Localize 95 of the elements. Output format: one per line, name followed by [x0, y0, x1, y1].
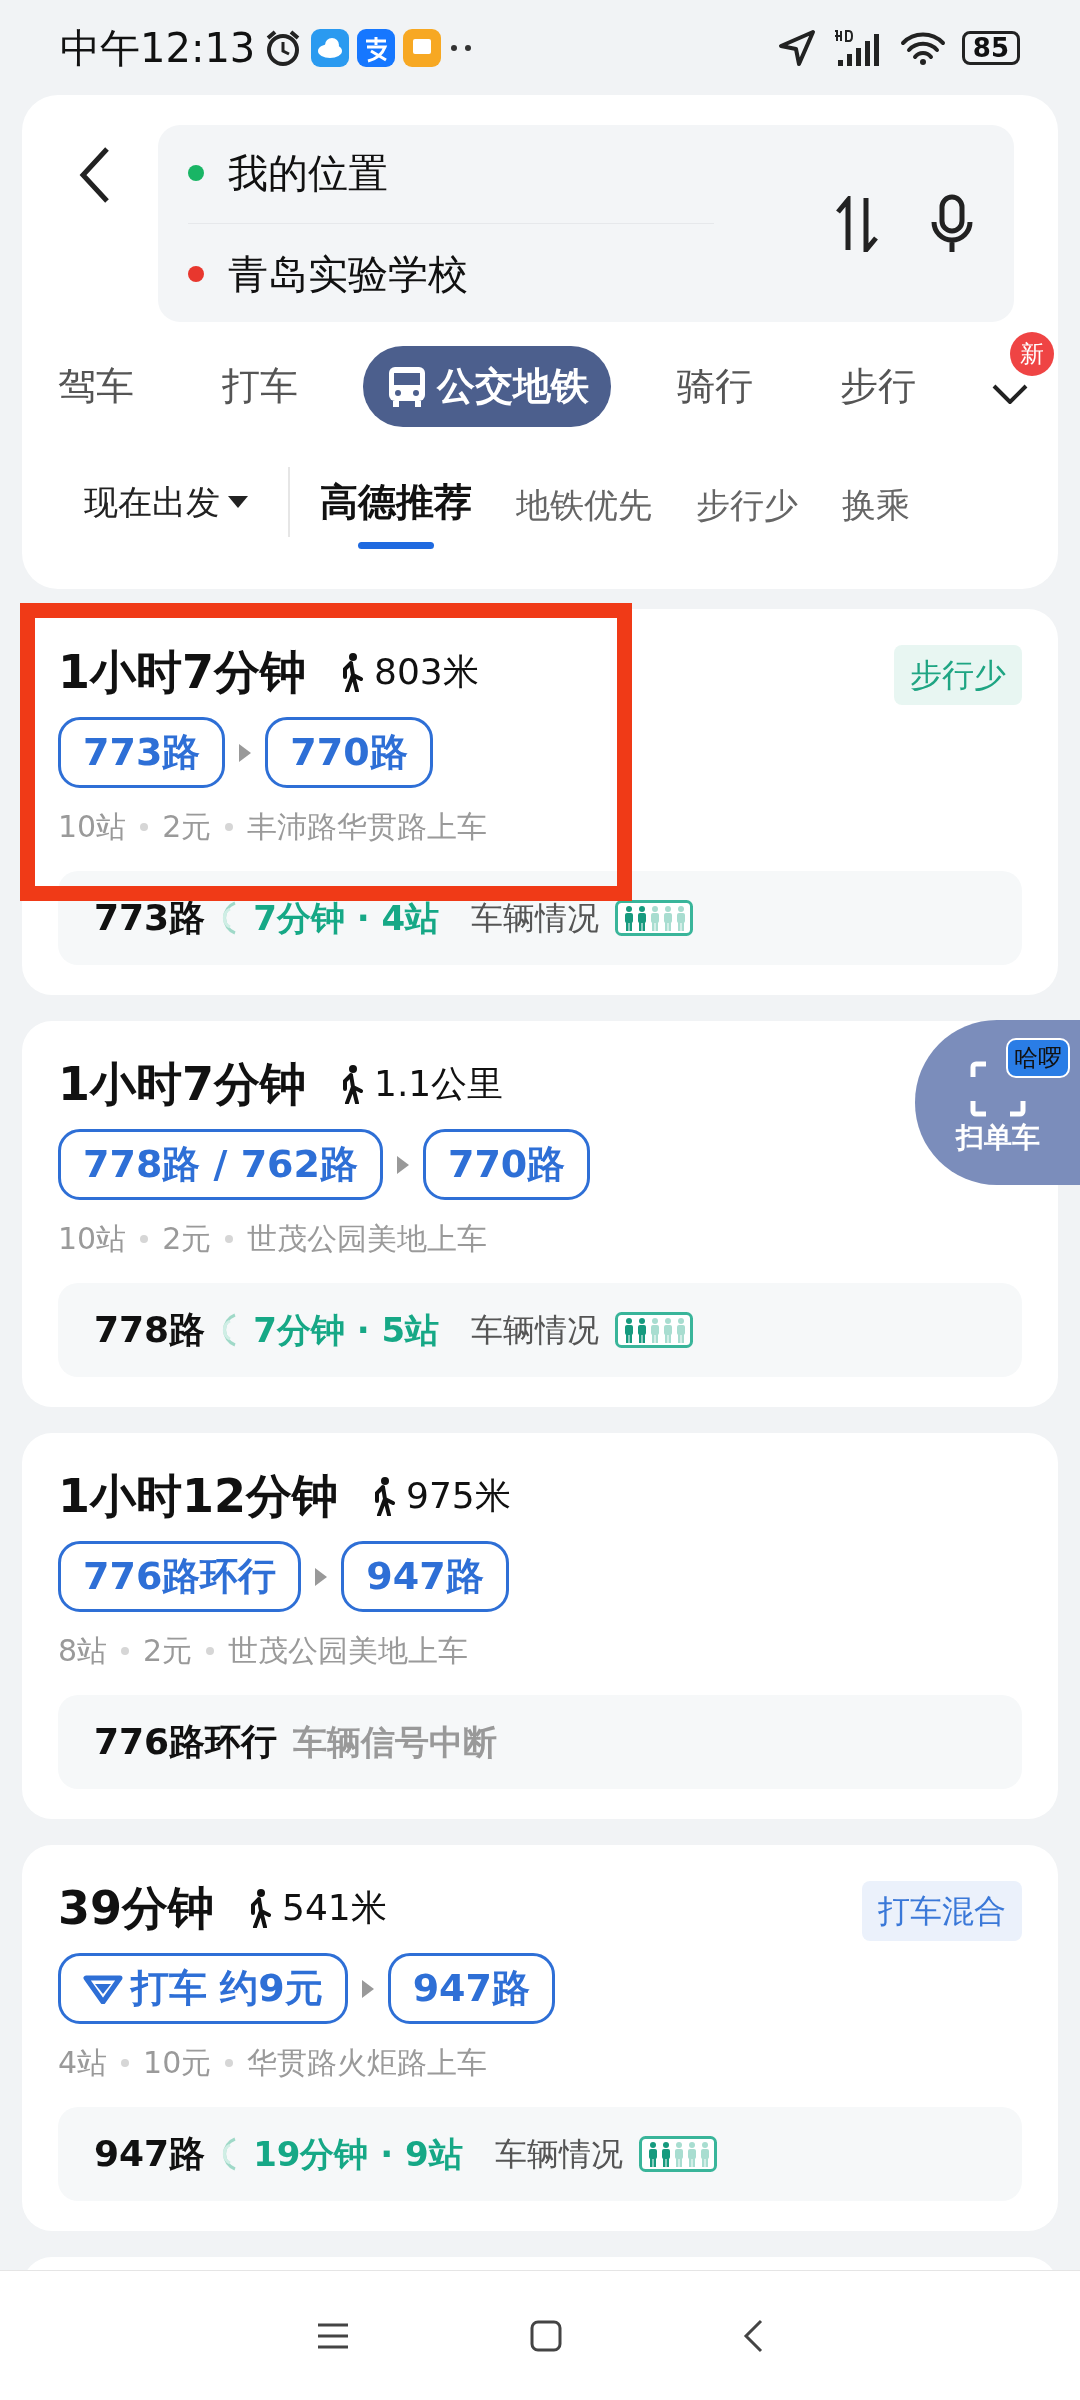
route-detail: 世茂公园美地上车	[228, 1632, 469, 1670]
taxi-segment: 打车 约9元	[58, 1953, 348, 2024]
mode-tab[interactable]: 骑行	[654, 346, 775, 427]
route-detail: 世茂公园美地上车	[247, 1220, 488, 1258]
swap-button[interactable]	[834, 195, 880, 252]
bus-line-name: 773路	[94, 896, 206, 940]
signal-waves-icon	[221, 2137, 238, 2171]
bus-line-segment: 773路	[58, 717, 226, 788]
sort-tab[interactable]: 地铁优先	[516, 479, 652, 549]
back-icon[interactable]	[742, 2318, 764, 2353]
route-detail: 10站	[58, 1220, 127, 1258]
walking-distance: 541米	[282, 1886, 387, 1930]
status-time: 中午12:13	[60, 23, 256, 73]
battery-level: 85	[961, 30, 1020, 65]
bus-line-segment: 770路	[423, 1129, 591, 1200]
transfer-arrow-icon	[397, 1155, 409, 1174]
bus-line-segment: 778路 / 762路	[58, 1129, 383, 1200]
route-detail: 10站	[58, 808, 127, 846]
brand-badge: 哈啰	[1006, 1038, 1070, 1078]
route-detail: 4站	[58, 2044, 108, 2082]
more-dots-icon	[449, 42, 474, 53]
cloud-app-icon	[311, 28, 350, 67]
duration-text: 39分钟	[58, 1882, 214, 1934]
vehicle-status-label: 车辆情况	[471, 898, 600, 939]
route-detail: 2元	[143, 1632, 193, 1670]
realtime-bus-panel[interactable]: 776路环行 车辆信号中断	[58, 1695, 1022, 1789]
origin-field[interactable]: 我的位置	[228, 153, 388, 193]
mode-tab[interactable]: 驾车	[36, 346, 156, 427]
destination-field[interactable]: 青岛实验学校	[228, 254, 468, 294]
route-detail: 10元	[143, 2044, 212, 2082]
bus-line-segment: 947路	[341, 1541, 509, 1612]
separator-dot	[225, 1234, 234, 1243]
bus-line-segment: 776路环行	[58, 1541, 302, 1612]
new-badge: 新	[1009, 331, 1054, 376]
realtime-bus-panel[interactable]: 773路 7分钟 · 4站 车辆情况	[58, 871, 1022, 965]
swap-arrows-icon	[834, 195, 880, 252]
bus-line-segment: 770路	[265, 717, 433, 788]
home-square-icon[interactable]	[530, 2319, 562, 2352]
separator-dot	[140, 1234, 149, 1243]
sort-tab[interactable]: 高德推荐	[320, 473, 472, 549]
bus-line-segment: 947路	[387, 1953, 555, 2024]
bus-line-name: 776路环行	[94, 1720, 278, 1764]
route-card[interactable]: 39分钟 541米 打车混合 打车 约9元 947路 4站 10元 华贯路火炬路上车 947路 19分钟 · 9站 车辆情况	[22, 1845, 1058, 2231]
vehicle-status-label: 车辆情况	[494, 2134, 623, 2175]
arrival-estimate: 19分钟 · 9站	[253, 2132, 463, 2176]
sort-tab[interactable]: 换乘	[842, 479, 910, 549]
mode-tab[interactable]: 步行	[818, 346, 939, 427]
taxi-logo-icon	[83, 1973, 123, 2004]
microphone-icon	[930, 193, 974, 254]
mode-tab[interactable]: 打车	[199, 346, 320, 427]
transfer-arrow-icon	[239, 743, 252, 762]
duration-text: 1小时12分钟	[58, 1470, 339, 1522]
message-app-icon	[403, 28, 442, 67]
separator-dot	[121, 2058, 130, 2067]
destination-dot	[188, 266, 204, 282]
mode-tab[interactable]: 公交地铁	[363, 346, 612, 427]
route-detail: 2元	[162, 808, 212, 846]
separator-dot	[140, 822, 149, 831]
signal-waves-icon	[221, 1313, 238, 1347]
chevron-down-icon	[991, 384, 1028, 404]
separator-dot	[206, 1646, 215, 1655]
vehicle-status-label: 车辆情况	[471, 1310, 600, 1351]
payment-app-icon	[357, 28, 396, 67]
signal-waves-icon	[221, 901, 238, 935]
origin-dot	[188, 165, 204, 181]
route-card[interactable]: 1小时12分钟 975米 776路环行 947路 8站 2元 世茂公园美地上车 776路环行 车辆信号中断	[22, 1433, 1058, 1819]
microphone-button[interactable]	[930, 193, 974, 254]
arrival-estimate: 7分钟 · 5站	[253, 1308, 440, 1352]
route-tag: 步行少	[894, 645, 1022, 705]
duration-text: 1小时7分钟	[58, 646, 306, 698]
realtime-bus-panel[interactable]: 947路 19分钟 · 9站 车辆情况	[58, 2107, 1022, 2201]
transfer-arrow-icon	[315, 1567, 328, 1586]
separator-dot	[225, 2058, 234, 2067]
bus-line-name: 947路	[94, 2132, 206, 2176]
walking-distance: 975米	[406, 1474, 511, 1518]
separator-dot	[225, 822, 234, 831]
vehicle-status-text: 车辆信号中断	[293, 1720, 498, 1764]
departure-time-button[interactable]: 现在出发	[84, 476, 248, 528]
menu-icon[interactable]	[316, 2321, 350, 2350]
dropdown-caret-icon	[228, 496, 248, 508]
walking-distance: 803米	[374, 650, 479, 694]
route-detail: 华贯路火炬路上车	[247, 2044, 488, 2082]
arrival-estimate: 7分钟 · 4站	[253, 896, 440, 940]
route-detail: 2元	[162, 1220, 212, 1258]
bus-line-name: 778路	[94, 1308, 206, 1352]
location-arrow-icon	[777, 28, 816, 67]
route-detail: 8站	[58, 1632, 108, 1670]
route-detail: 丰沛路华贯路上车	[247, 808, 488, 846]
transfer-arrow-icon	[361, 1979, 374, 1998]
walking-distance: 1.1公里	[374, 1062, 504, 1106]
realtime-bus-panel[interactable]: 778路 7分钟 · 5站 车辆情况	[58, 1283, 1022, 1377]
route-tag: 打车混合	[862, 1881, 1022, 1941]
separator-dot	[121, 1646, 130, 1655]
sort-tab[interactable]: 步行少	[696, 479, 798, 549]
duration-text: 1小时7分钟	[58, 1058, 306, 1110]
